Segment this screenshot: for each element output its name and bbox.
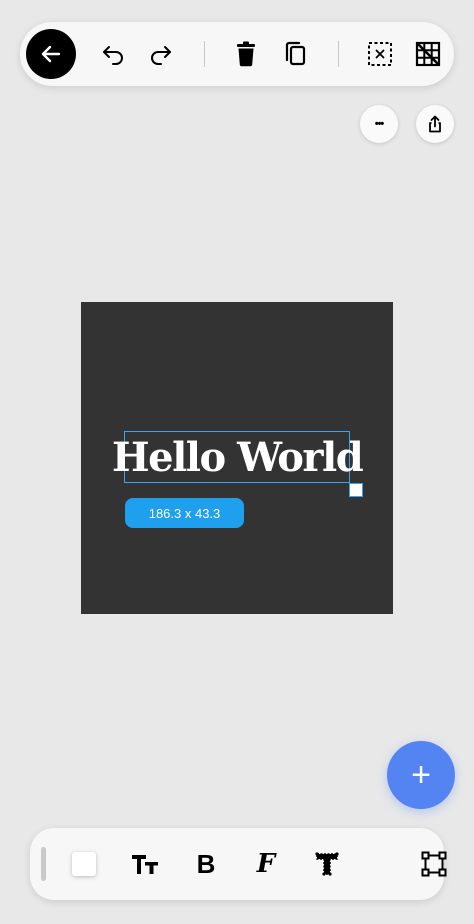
plus-icon: + (411, 755, 431, 794)
resize-handle[interactable] (349, 483, 363, 497)
grid-off-icon (415, 41, 441, 67)
deselect-button[interactable] (363, 37, 397, 71)
share-button[interactable] (416, 105, 454, 143)
text-size-icon (132, 855, 158, 874)
text-element-content: Hello World (111, 433, 364, 481)
font-family-button[interactable]: F (248, 846, 284, 882)
add-element-button[interactable]: + (387, 741, 455, 809)
undo-icon (103, 46, 123, 65)
more-options-button[interactable]: ••• (360, 105, 398, 143)
redo-button[interactable] (144, 37, 178, 71)
undo-button[interactable] (96, 37, 130, 71)
text-size-button[interactable] (127, 846, 163, 882)
deselect-icon (368, 42, 392, 66)
bold-button[interactable]: B (188, 846, 224, 882)
redo-icon (151, 46, 171, 65)
text-color-button[interactable] (66, 846, 102, 882)
bold-icon: B (196, 848, 216, 879)
share-icon (429, 115, 441, 133)
transform-icon (421, 851, 447, 877)
top-toolbar (20, 22, 454, 86)
back-arrow-icon (41, 45, 61, 63)
design-canvas[interactable]: Hello World 186.3 x 43.3 (81, 302, 393, 614)
text-outline-icon (315, 852, 339, 876)
selected-text-element[interactable]: Hello World (112, 431, 364, 483)
transform-button[interactable] (416, 846, 452, 882)
delete-button[interactable] (229, 37, 263, 71)
toolbar-divider (338, 41, 339, 67)
bottom-toolbar: B F (30, 828, 447, 900)
text-outline-button[interactable] (309, 846, 345, 882)
dimension-badge: 186.3 x 43.3 (125, 498, 244, 528)
back-button[interactable] (26, 29, 76, 79)
grid-toggle-button[interactable] (411, 37, 445, 71)
duplicate-icon (285, 41, 306, 66)
trash-icon (237, 41, 255, 67)
font-family-icon: F (256, 849, 276, 879)
toolbar-scroll-handle[interactable] (41, 847, 46, 881)
color-swatch (72, 852, 96, 876)
more-icon: ••• (374, 118, 385, 130)
duplicate-button[interactable] (278, 37, 312, 71)
toolbar-divider (204, 41, 205, 67)
